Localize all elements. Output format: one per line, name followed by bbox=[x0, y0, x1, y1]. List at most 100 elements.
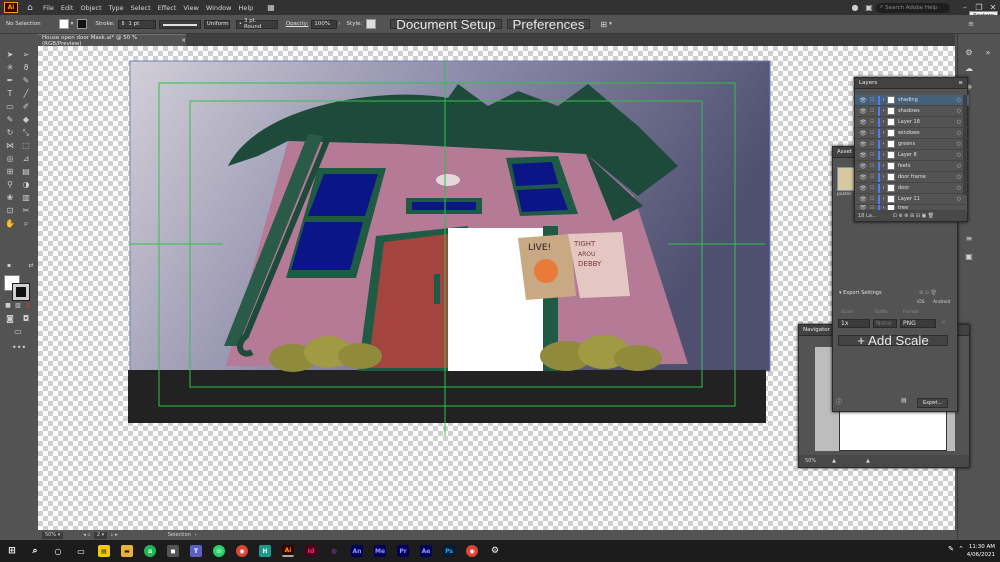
teams-icon[interactable]: T bbox=[190, 545, 202, 557]
artboard-tool-icon[interactable]: ⊡ bbox=[4, 206, 16, 216]
opacity-field[interactable]: 100% bbox=[311, 19, 338, 29]
slice-tool-icon[interactable]: ✂ bbox=[20, 206, 32, 216]
navigator-view-box[interactable] bbox=[839, 411, 947, 451]
menu-edit[interactable]: Edit bbox=[61, 4, 74, 12]
layer-row[interactable]: 👁 ⊡ › shading ○ bbox=[855, 95, 969, 106]
transform-icon[interactable]: ▣ bbox=[963, 252, 975, 262]
default-colors-icon[interactable]: ▪ bbox=[3, 261, 15, 271]
gradient-tool-icon[interactable]: ▤ bbox=[20, 167, 32, 177]
visibility-icon[interactable]: 👁 bbox=[858, 185, 868, 192]
menu-help[interactable]: Help bbox=[238, 4, 253, 12]
magic-wand-tool-icon[interactable]: ✳ bbox=[4, 63, 16, 73]
chrome-icon-2[interactable]: ◉ bbox=[466, 545, 478, 557]
menu-view[interactable]: View bbox=[183, 4, 198, 12]
hub-icon[interactable]: H bbox=[259, 545, 271, 557]
panel-menu-icon-layers[interactable]: ≡ bbox=[958, 80, 963, 86]
account-icon[interactable]: ● bbox=[848, 3, 862, 12]
artboard-field[interactable]: 2 ▾ bbox=[93, 531, 108, 539]
indesign-icon[interactable]: Id bbox=[305, 545, 317, 557]
menu-type[interactable]: Type bbox=[109, 4, 124, 12]
draw-behind-icon[interactable]: ◘ bbox=[20, 314, 32, 324]
lock-icon[interactable]: ⊡ bbox=[868, 130, 876, 136]
direct-selection-tool-icon[interactable]: ➢ bbox=[20, 50, 32, 60]
layer-row[interactable]: 👁 ⊡ › feets ○ bbox=[855, 161, 969, 172]
chevron-right-icon[interactable]: › bbox=[880, 130, 887, 136]
zoom-out-icon[interactable]: ▲ bbox=[832, 458, 836, 464]
export-button[interactable]: Export... bbox=[917, 398, 948, 408]
after-effects-icon[interactable]: Ae bbox=[420, 545, 432, 557]
target-icon[interactable]: ○ bbox=[957, 130, 961, 136]
blend-tool-icon[interactable]: ◑ bbox=[20, 180, 32, 190]
panel-menu-icon[interactable]: ≡ bbox=[968, 20, 974, 28]
lock-icon[interactable]: ⊡ bbox=[868, 141, 876, 147]
target-icon[interactable]: ○ bbox=[957, 174, 961, 180]
visibility-icon[interactable]: 👁 bbox=[858, 108, 868, 115]
task-view-icon[interactable]: ▭ bbox=[75, 545, 87, 557]
opacity-label[interactable]: Opacity: bbox=[286, 21, 309, 27]
edit-toolbar-icon[interactable]: ••• bbox=[12, 343, 26, 353]
tray-chevron-icon[interactable]: ⌃ bbox=[958, 545, 964, 553]
line-tool-icon[interactable]: ╱ bbox=[20, 89, 32, 99]
chevron-down-icon[interactable]: ▾ bbox=[71, 21, 74, 27]
export-panel-icon[interactable]: ▤ bbox=[901, 397, 907, 404]
lock-icon[interactable]: ⊡ bbox=[868, 174, 876, 180]
perspective-grid-tool-icon[interactable]: ⊿ bbox=[20, 154, 32, 164]
asset-thumbnail[interactable] bbox=[837, 167, 855, 191]
illustrator-taskbar-icon[interactable]: Ai bbox=[282, 545, 294, 557]
style-swatch[interactable] bbox=[366, 19, 377, 29]
app-icon[interactable]: ◼ bbox=[167, 545, 179, 557]
android-label[interactable]: Android bbox=[933, 300, 950, 305]
lock-icon[interactable]: ⊡ bbox=[868, 97, 876, 103]
file-explorer-icon[interactable]: ▬ bbox=[121, 545, 133, 557]
chevron-right-icon[interactable]: › bbox=[880, 163, 887, 169]
remove-scale-icon[interactable]: ✕ bbox=[941, 319, 946, 326]
target-icon[interactable]: ○ bbox=[957, 119, 961, 125]
artboard-nav-icon[interactable]: ◂ ◃ bbox=[83, 532, 90, 538]
lock-icon[interactable]: ⊡ bbox=[868, 108, 876, 114]
rotate-tool-icon[interactable]: ↻ bbox=[4, 128, 16, 138]
align-icon[interactable]: ≡ bbox=[963, 234, 975, 244]
curvature-tool-icon[interactable]: ✎ bbox=[20, 76, 32, 86]
lock-icon[interactable]: ⊡ bbox=[868, 205, 876, 210]
document-setup-button[interactable]: Document Setup bbox=[390, 17, 502, 32]
menu-object[interactable]: Object bbox=[80, 4, 101, 12]
menu-select[interactable]: Select bbox=[131, 4, 151, 12]
column-graph-tool-icon[interactable]: ▥ bbox=[20, 193, 32, 203]
spotify-icon[interactable]: ≋ bbox=[144, 545, 156, 557]
eraser-tool-icon[interactable]: ◆ bbox=[20, 115, 32, 125]
target-icon[interactable]: ○ bbox=[957, 97, 961, 103]
mesh-tool-icon[interactable]: ⊞ bbox=[4, 167, 16, 177]
app-icon-circle[interactable]: ◎ bbox=[328, 545, 340, 557]
chevron-right-icon[interactable]: › bbox=[880, 108, 887, 114]
preferences-button[interactable]: Preferences bbox=[506, 17, 591, 32]
width-tool-icon[interactable]: ⋈ bbox=[4, 141, 16, 151]
suffix-input[interactable]: None bbox=[873, 319, 897, 328]
lock-icon[interactable]: ⊡ bbox=[868, 152, 876, 158]
info-icon[interactable]: ⓘ bbox=[836, 397, 842, 406]
free-transform-tool-icon[interactable]: ⬚ bbox=[20, 141, 32, 151]
scale-select[interactable]: 1x bbox=[838, 319, 870, 328]
media-encoder-icon[interactable]: Me bbox=[374, 545, 386, 557]
premiere-icon[interactable]: Pr bbox=[397, 545, 409, 557]
chrome-icon[interactable]: ◉ bbox=[236, 545, 248, 557]
layer-row[interactable]: 👁 ⊡ › door ○ bbox=[855, 183, 969, 194]
navigator-title[interactable]: Navigator bbox=[803, 327, 830, 333]
home-icon[interactable]: ⌂ bbox=[24, 3, 36, 13]
zoom-in-icon[interactable]: ▲ bbox=[866, 458, 870, 464]
artboard-next-icon[interactable]: ▹ ▸ bbox=[111, 532, 118, 538]
visibility-icon[interactable]: 👁 bbox=[858, 141, 868, 148]
format-select[interactable]: PNG bbox=[900, 319, 936, 328]
layers-title[interactable]: Layers bbox=[859, 80, 877, 86]
visibility-icon[interactable]: 👁 bbox=[858, 152, 868, 159]
eyedropper-tool-icon[interactable]: ⚲ bbox=[4, 180, 16, 190]
selection-tool-icon[interactable]: ➤ bbox=[4, 50, 16, 60]
screen-mode-icon[interactable]: ▭ bbox=[12, 327, 24, 337]
target-icon[interactable]: ○ bbox=[957, 196, 961, 202]
pen-tray-icon[interactable]: ✎ bbox=[948, 545, 954, 553]
shaper-tool-icon[interactable]: ✎ bbox=[4, 115, 16, 125]
stroke-profile-line[interactable] bbox=[158, 19, 201, 29]
zoom-tool-icon[interactable]: ⌕ bbox=[20, 219, 32, 229]
arrange-icon[interactable]: ⊞ bbox=[600, 20, 607, 29]
layer-row[interactable]: 👁 ⊡ › door frame ○ bbox=[855, 172, 969, 183]
layer-row[interactable]: 👁 ⊡ › Layer 18 ○ bbox=[855, 117, 969, 128]
